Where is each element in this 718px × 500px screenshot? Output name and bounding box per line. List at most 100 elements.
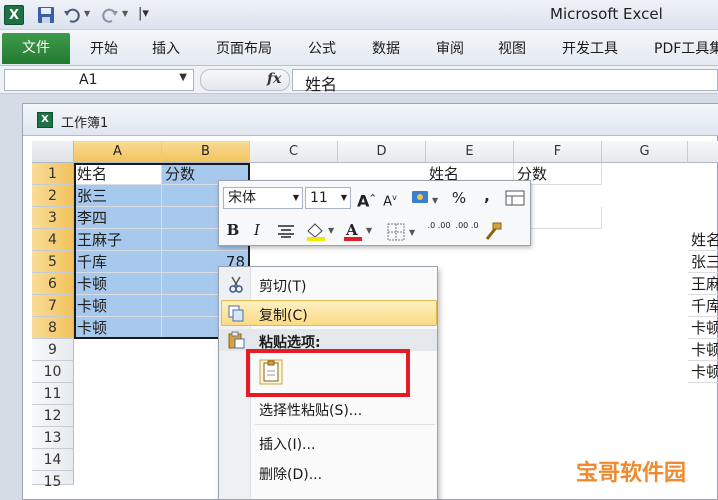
svg-text:▼: ▼	[432, 196, 439, 205]
column-header-c[interactable]: C	[250, 141, 338, 163]
watermark-text: 宝哥软件园	[576, 461, 687, 486]
undo-icon[interactable]	[62, 5, 82, 25]
cell-a5[interactable]: 千库	[74, 251, 162, 273]
align-center-icon[interactable]	[277, 224, 295, 238]
row-header[interactable]: 14	[32, 449, 74, 471]
font-name-select[interactable]: 宋体 ▼	[223, 187, 303, 209]
column-header-h[interactable]	[688, 141, 718, 163]
cell-a1[interactable]: 姓名	[74, 163, 162, 185]
cell-a8[interactable]: 卡顿	[74, 317, 162, 339]
cell-a6[interactable]: 卡顿	[74, 273, 162, 295]
redo-icon[interactable]	[100, 5, 120, 25]
column-header-f[interactable]: F	[514, 141, 602, 163]
row-header[interactable]: 15	[32, 471, 74, 490]
column-header-a[interactable]: A	[74, 141, 162, 163]
tab-formulas[interactable]: 公式	[308, 37, 336, 61]
cell-h4[interactable]: 姓名	[688, 229, 718, 251]
format-painter-table-icon[interactable]	[505, 190, 525, 206]
italic-button[interactable]: I	[249, 219, 265, 241]
decrease-decimal-button[interactable]: .00 .0	[455, 221, 479, 230]
row-header[interactable]: 2	[32, 185, 74, 207]
cell-a3[interactable]: 李四	[74, 207, 162, 229]
menu-item-insert[interactable]: 插入(I)...	[259, 434, 315, 454]
customize-quick-access-icon[interactable]: |▾	[138, 6, 149, 21]
menu-separator	[255, 424, 435, 425]
font-size-dropdown-icon[interactable]: ▼	[341, 188, 347, 208]
formula-input[interactable]: 姓名	[292, 69, 718, 94]
bold-button[interactable]: B	[225, 219, 241, 241]
font-name-dropdown-icon[interactable]: ▼	[293, 188, 299, 208]
row-header[interactable]: 11	[32, 383, 74, 405]
comma-button[interactable]: ,	[481, 185, 493, 207]
column-header-g[interactable]: G	[602, 141, 688, 163]
tab-file[interactable]: 文件	[2, 33, 70, 64]
name-box-value: A1	[79, 72, 98, 88]
svg-text:▼: ▼	[366, 226, 373, 235]
cell-h9[interactable]: 卡顿	[688, 339, 718, 361]
name-box-dropdown-icon[interactable]: ▼	[179, 72, 187, 83]
fill-color-icon[interactable]: ▼	[305, 221, 337, 241]
paste-option-clipboard-icon[interactable]	[259, 359, 283, 385]
formula-controls: fx	[200, 69, 290, 91]
cell-h7[interactable]: 千库	[688, 295, 718, 317]
row-header[interactable]: 3	[32, 207, 74, 229]
context-menu: 剪切(T) 复制(C) 粘贴选项: 选择性粘贴(S)... 插入(I)... 删…	[218, 266, 438, 500]
font-color-icon[interactable]: A ▼	[343, 221, 375, 241]
borders-icon[interactable]: ▼	[387, 223, 419, 241]
grow-font-icon: A	[357, 191, 370, 211]
accounting-format-icon[interactable]: ▼	[411, 189, 441, 207]
column-header-d[interactable]: D	[338, 141, 426, 163]
svg-text:▼: ▼	[328, 226, 335, 235]
cell-h10[interactable]: 卡顿	[688, 361, 718, 383]
undo-dropdown-icon[interactable]: ▼	[84, 9, 90, 18]
row-header[interactable]: 12	[32, 405, 74, 427]
font-size-select[interactable]: 11 ▼	[305, 187, 351, 209]
shrink-font-button[interactable]: Av	[381, 187, 399, 213]
select-all-corner[interactable]	[32, 141, 74, 163]
svg-text:▼: ▼	[409, 228, 416, 237]
column-header-e[interactable]: E	[426, 141, 514, 163]
tab-page-layout[interactable]: 页面布局	[216, 37, 272, 61]
menu-item-copy[interactable]: 复制(C)	[259, 305, 308, 325]
row-header[interactable]: 6	[32, 273, 74, 295]
menu-item-cut[interactable]: 剪切(T)	[259, 276, 306, 296]
tab-review[interactable]: 审阅	[436, 37, 464, 61]
row-header[interactable]: 13	[32, 427, 74, 449]
tab-developer[interactable]: 开发工具	[562, 37, 618, 61]
insert-function-icon[interactable]: fx	[267, 71, 281, 87]
menu-item-paste-special[interactable]: 选择性粘贴(S)...	[259, 400, 362, 420]
row-header[interactable]: 5	[32, 251, 74, 273]
redo-dropdown-icon[interactable]: ▼	[122, 9, 128, 18]
grow-font-button[interactable]: A^	[357, 187, 376, 212]
tab-pdf-tools[interactable]: PDF工具集	[654, 37, 718, 61]
cell-h6[interactable]: 王麻	[688, 273, 718, 295]
cell-h5[interactable]: 张三	[688, 251, 718, 273]
format-painter-icon[interactable]	[483, 221, 503, 241]
tab-insert[interactable]: 插入	[152, 37, 180, 61]
row-header[interactable]: 10	[32, 361, 74, 383]
percent-button[interactable]: %	[451, 187, 467, 209]
app-title: Microsoft Excel	[550, 5, 663, 23]
row-header[interactable]: 1	[32, 163, 74, 185]
row-header[interactable]: 8	[32, 317, 74, 339]
cut-icon	[229, 276, 243, 293]
paste-options-header	[219, 329, 437, 351]
cell-a2[interactable]: 张三	[74, 185, 162, 207]
tab-home[interactable]: 开始	[90, 37, 118, 61]
font-name-value: 宋体	[228, 190, 256, 206]
cell-a7[interactable]: 卡顿	[74, 295, 162, 317]
menu-item-delete[interactable]: 删除(D)...	[259, 464, 322, 484]
cell-a4[interactable]: 王麻子	[74, 229, 162, 251]
copy-item-highlight	[221, 300, 437, 326]
row-header[interactable]: 7	[32, 295, 74, 317]
column-header-b[interactable]: B	[162, 141, 250, 163]
row-header[interactable]: 9	[32, 339, 74, 361]
tab-view[interactable]: 视图	[498, 37, 526, 61]
name-box[interactable]: A1 ▼	[4, 69, 194, 91]
save-icon[interactable]	[36, 5, 56, 25]
row-header[interactable]: 4	[32, 229, 74, 251]
cell-h8[interactable]: 卡顿	[688, 317, 718, 339]
tab-data[interactable]: 数据	[372, 37, 400, 61]
increase-decimal-button[interactable]: .0 .00	[427, 221, 451, 230]
workbook-excel-icon: X	[37, 112, 53, 128]
